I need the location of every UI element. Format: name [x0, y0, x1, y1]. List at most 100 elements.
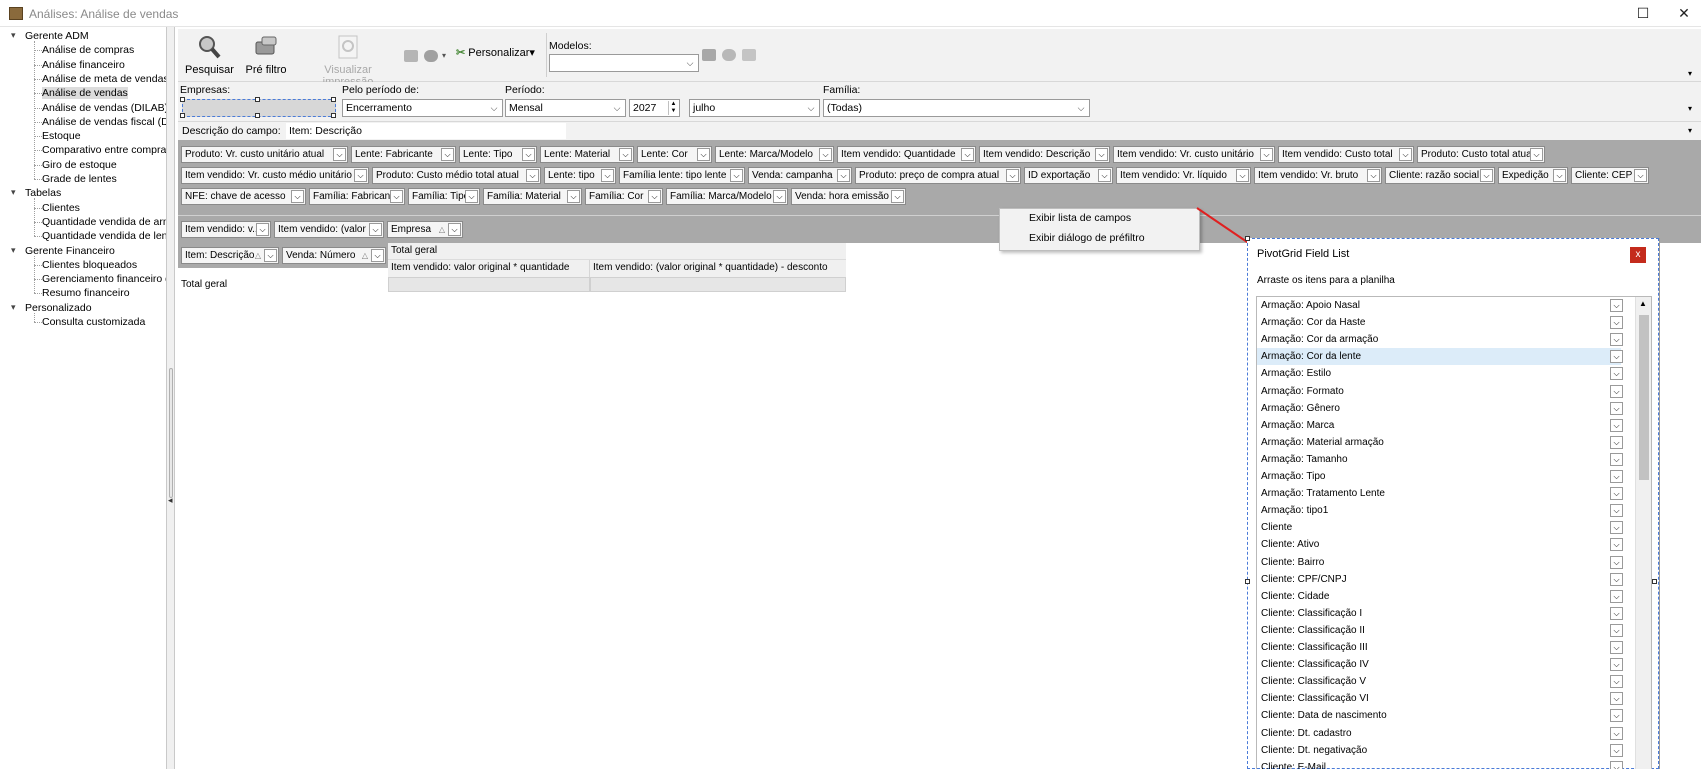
refresh-model-icon[interactable]	[722, 49, 736, 61]
chevron-down-icon[interactable]: ⌵	[697, 148, 710, 161]
show-field-list-menu-item[interactable]: Exibir lista de campos	[1029, 212, 1131, 224]
field-button[interactable]: Item: Descrição △ ⌵	[181, 247, 279, 264]
field-button[interactable]: Expedição ⌵	[1498, 167, 1568, 184]
sidebar-item[interactable]: Comparativo entre compra e...	[42, 143, 166, 157]
field-button[interactable]: Família: Tipo ⌵	[408, 188, 480, 205]
chevron-down-icon[interactable]: ⌵	[1610, 538, 1623, 552]
export-icon[interactable]	[404, 50, 418, 62]
chevron-down-icon[interactable]: ⌵	[1610, 418, 1623, 432]
field-list-item[interactable]: Cliente: Data de nascimento ⌵	[1257, 707, 1623, 724]
chevron-down-icon[interactable]: ⌵	[1610, 521, 1623, 535]
description-overflow-icon[interactable]: ▾	[1688, 126, 1692, 135]
field-button[interactable]: Família: Marca/Modelo ⌵	[666, 188, 788, 205]
chevron-down-icon[interactable]: ⌵	[1610, 555, 1623, 569]
globe-icon[interactable]	[424, 50, 438, 62]
field-list-item[interactable]: Armação: Formato ⌵	[1257, 383, 1623, 400]
field-list-item[interactable]: Cliente: Ativo ⌵	[1257, 536, 1623, 553]
field-button[interactable]: Lente: Cor ⌵	[637, 146, 712, 163]
chevron-down-icon[interactable]: ⌵	[354, 169, 367, 182]
scroll-up-icon[interactable]: ▲	[1639, 299, 1647, 308]
field-list-item[interactable]: Armação: Marca ⌵	[1257, 417, 1623, 434]
field-button[interactable]: Venda: Número △ ⌵	[282, 247, 386, 264]
field-button[interactable]: Família lente: tipo lente ⌵	[619, 167, 745, 184]
field-list-close-button[interactable]: x	[1630, 247, 1646, 263]
chevron-down-icon[interactable]: ⌵	[1610, 487, 1623, 501]
chevron-down-icon[interactable]: ⌵	[333, 148, 346, 161]
chevron-down-icon[interactable]: ⌵	[619, 148, 632, 161]
field-button[interactable]: Item vendido: (valor o... ⌵	[274, 221, 384, 238]
field-list-item[interactable]: Armação: Gênero ⌵	[1257, 400, 1623, 417]
chevron-down-icon[interactable]: ⌵	[441, 148, 454, 161]
chevron-down-icon[interactable]: ⌵	[371, 249, 384, 262]
chevron-down-icon[interactable]: ⌵	[1480, 169, 1493, 182]
chevron-down-icon[interactable]: ⌵	[256, 223, 269, 236]
sidebar-item[interactable]: Análise de compras	[42, 43, 134, 57]
chevron-down-icon[interactable]: ⌵	[1610, 316, 1623, 330]
sidebar-item[interactable]: Clientes	[42, 201, 80, 215]
chevron-down-icon[interactable]: ⌵	[1367, 169, 1380, 182]
field-button[interactable]: Item vendido: v... ⌵	[181, 221, 271, 238]
tree-expander-icon[interactable]: ▾	[11, 245, 16, 256]
show-prefilter-dialog-menu-item[interactable]: Exibir diálogo de préfiltro	[1029, 232, 1145, 244]
field-list-item[interactable]: Cliente: Classificação I ⌵	[1257, 605, 1623, 622]
tree-expander-icon[interactable]: ▾	[11, 187, 16, 198]
field-button[interactable]: Lente: Marca/Modelo ⌵	[715, 146, 834, 163]
maximize-button[interactable]: ☐	[1623, 2, 1663, 24]
chevron-down-icon[interactable]: ⌵	[1530, 148, 1543, 161]
chevron-down-icon[interactable]: ⌵	[1610, 452, 1623, 466]
field-list-item[interactable]: Cliente: Classificação IV ⌵	[1257, 656, 1623, 673]
chevron-down-icon[interactable]: ⌵	[369, 223, 382, 236]
chevron-down-icon[interactable]: ⌵	[1399, 148, 1412, 161]
chevron-down-icon[interactable]: ⌵	[390, 190, 403, 203]
tree-group[interactable]: Tabelas	[25, 186, 61, 200]
field-button[interactable]: Cliente: razão social ⌵	[1385, 167, 1495, 184]
sort-ascending-icon[interactable]: △	[362, 248, 368, 263]
save-model-icon[interactable]	[702, 49, 716, 61]
chevron-down-icon[interactable]: ⌵	[526, 169, 539, 182]
familia-select[interactable]: (Todas) ⌵	[823, 99, 1090, 117]
tree-expander-icon[interactable]: ▾	[11, 302, 16, 313]
print-preview-button[interactable]: Visualizar impressão	[298, 33, 398, 88]
chevron-down-icon[interactable]: ⌵	[567, 190, 580, 203]
chevron-down-icon[interactable]: ⌵	[1610, 401, 1623, 415]
filter-overflow-icon[interactable]: ▾	[1688, 104, 1692, 113]
sidebar-item[interactable]: Análise de vendas	[42, 86, 128, 100]
customize-button[interactable]: ✂ Personalizar▾	[456, 46, 542, 59]
field-list-item[interactable]: Cliente: CPF/CNPJ ⌵	[1257, 571, 1623, 588]
chevron-down-icon[interactable]: ⌵	[1610, 299, 1623, 312]
field-list-item[interactable]: Cliente: Cidade ⌵	[1257, 588, 1623, 605]
sidebar-item[interactable]: Análise de vendas (DILAB)	[42, 101, 166, 115]
field-button[interactable]: Lente: tipo ⌵	[544, 167, 616, 184]
field-button[interactable]: Item vendido: Descrição ⌵	[979, 146, 1110, 163]
column-header[interactable]: Item vendido: valor original * quantidad…	[388, 260, 590, 277]
field-list-scrollbar[interactable]: ▲	[1635, 297, 1651, 769]
sidebar-item[interactable]: Estoque	[42, 129, 81, 143]
search-button[interactable]: Pesquisar	[185, 33, 234, 76]
chevron-down-icon[interactable]: ⌵	[601, 169, 614, 182]
field-button[interactable]: Lente: Material ⌵	[540, 146, 634, 163]
chevron-down-icon[interactable]: ⌵	[1610, 333, 1623, 347]
field-list-item[interactable]: Cliente: Classificação V ⌵	[1257, 673, 1623, 690]
sidebar-item[interactable]: Análise de vendas fiscal (DIL...	[42, 115, 166, 129]
tree-expander-icon[interactable]: ▾	[11, 30, 16, 41]
field-list-item[interactable]: Cliente: Classificação II ⌵	[1257, 622, 1623, 639]
chevron-down-icon[interactable]: ⌵	[1634, 169, 1647, 182]
splitter-grip[interactable]	[169, 368, 173, 498]
field-list-item[interactable]: Cliente: Bairro ⌵	[1257, 554, 1623, 571]
sidebar-item[interactable]: Quantidade vendida de arma...	[42, 215, 166, 229]
chevron-down-icon[interactable]: ⌵	[1553, 169, 1566, 182]
chevron-down-icon[interactable]: ⌵	[1095, 148, 1108, 161]
sidebar-item[interactable]: Análise de meta de vendas	[42, 72, 166, 86]
chevron-down-icon[interactable]: ⌵	[819, 148, 832, 161]
chevron-down-icon[interactable]: ⌵	[961, 148, 974, 161]
field-button[interactable]: Venda: campanha ⌵	[748, 167, 852, 184]
sidebar-item[interactable]: Consulta customizada	[42, 315, 145, 329]
field-button[interactable]: Produto: preço de compra atual ⌵	[855, 167, 1021, 184]
prefilter-button[interactable]: Pré filtro	[241, 33, 291, 76]
chevron-down-icon[interactable]: ⌵	[1610, 572, 1623, 586]
field-button[interactable]: Família: Fabricante ⌵	[309, 188, 405, 205]
sort-ascending-icon[interactable]: △	[439, 222, 445, 237]
delete-model-icon[interactable]	[742, 49, 756, 61]
field-list-item[interactable]: Cliente: Dt. negativação ⌵	[1257, 742, 1623, 759]
chevron-down-icon[interactable]: ⌵	[1610, 692, 1623, 706]
